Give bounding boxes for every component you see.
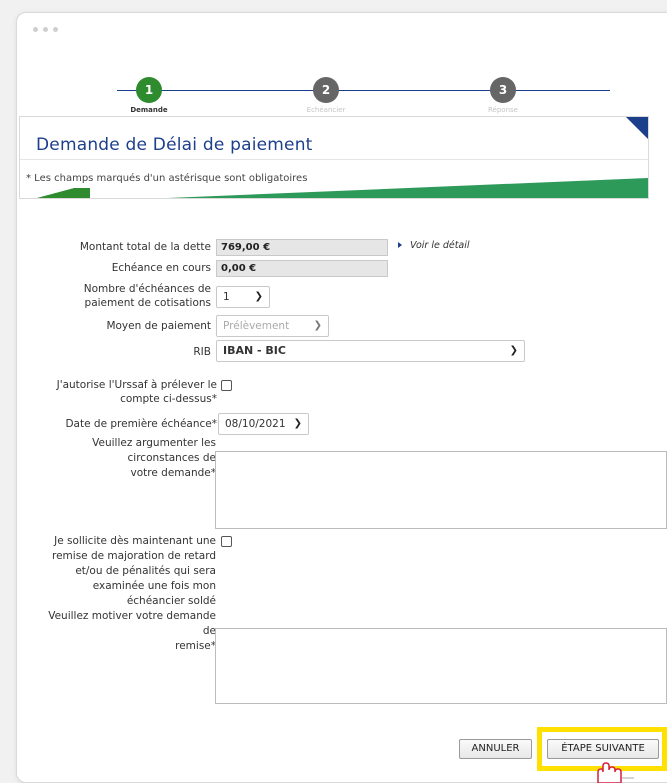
argue-label-line1: Veuillez argumenter les (92, 437, 216, 449)
payment-method-value: Prélèvement (223, 320, 290, 332)
installments-select[interactable]: 1 ❯ (216, 286, 270, 308)
view-detail-label: Voir le détail (410, 240, 470, 251)
circumstances-textarea[interactable] (215, 451, 667, 529)
rib-value: IBAN - BIC (223, 344, 286, 357)
installments-label-line1: Nombre d'échéances de (83, 283, 211, 295)
payment-method-label: Moyen de paiement (106, 320, 211, 332)
first-due-date-label: Date de première échéance* (65, 418, 217, 430)
payment-method-select[interactable]: Prélèvement ❯ (216, 315, 329, 337)
motivate-label-line1: Veuillez motiver votre demande (48, 610, 216, 622)
header-corner-decoration (626, 117, 648, 139)
authorize-label-line2: compte ci-dessus* (120, 393, 217, 405)
window-dots (33, 27, 58, 32)
header-green-accent (20, 188, 90, 198)
remission-checkbox[interactable] (221, 536, 232, 547)
remission-label-line3: et/ou de pénalités qui sera (75, 565, 216, 577)
installments-value: 1 (223, 291, 230, 303)
hand-pointer-icon (597, 762, 634, 783)
header-divider (20, 159, 648, 160)
chevron-down-icon: ❯ (254, 291, 263, 302)
next-step-button[interactable]: ÉTAPE SUIVANTE (547, 739, 659, 759)
header-green-wave (168, 178, 648, 198)
argue-label-line3: votre demande* (130, 467, 216, 479)
installments-label-line2: paiement de cotisations (84, 297, 211, 309)
remission-label-line2: remise de majoration de retard (52, 550, 216, 562)
authorize-checkbox[interactable] (221, 380, 232, 391)
remission-label-line4: examinée une fois mon (92, 580, 216, 592)
step-3: 3 (490, 77, 516, 103)
chevron-down-icon: ❯ (509, 345, 518, 356)
view-detail-link[interactable]: Voir le détail (398, 240, 470, 251)
argue-label-line2: circonstances de (127, 452, 216, 464)
chevron-down-icon: ❯ (313, 320, 322, 331)
caret-right-icon (398, 242, 402, 248)
step-2-label: Echéancier (306, 106, 346, 114)
step-3-label: Réponse (488, 106, 518, 114)
motivate-label-line2: de (202, 625, 216, 637)
form-header: Demande de Délai de paiement * Les champ… (19, 116, 649, 199)
cancel-button[interactable]: ANNULER (459, 739, 532, 759)
total-debt-label: Montant total de la dette (79, 241, 211, 253)
remission-label-line1: Je sollicite dès maintenant une (54, 535, 216, 547)
total-debt-field: 769,00 € (216, 239, 388, 256)
current-due-label: Echéance en cours (111, 262, 211, 274)
rib-label: RIB (193, 346, 211, 358)
motivate-label-line3: remise* (175, 640, 216, 652)
first-due-date-select[interactable]: 08/10/2021 ❯ (218, 413, 309, 435)
stepper-line (117, 90, 610, 91)
step-1-label: Demande (130, 106, 168, 114)
step-1: 1 (136, 77, 162, 103)
current-due-field: 0,00 € (216, 260, 388, 277)
first-due-date-value: 08/10/2021 (225, 418, 286, 430)
authorize-label-line1: J'autorise l'Urssaf à prélever le (56, 379, 217, 391)
page-title: Demande de Délai de paiement (36, 135, 313, 155)
remission-motivation-textarea[interactable] (215, 628, 667, 704)
chevron-down-icon: ❯ (293, 418, 302, 429)
rib-select[interactable]: IBAN - BIC ❯ (216, 340, 525, 362)
step-2: 2 (313, 77, 339, 103)
remission-label-line5: échéancier soldé (126, 595, 216, 607)
